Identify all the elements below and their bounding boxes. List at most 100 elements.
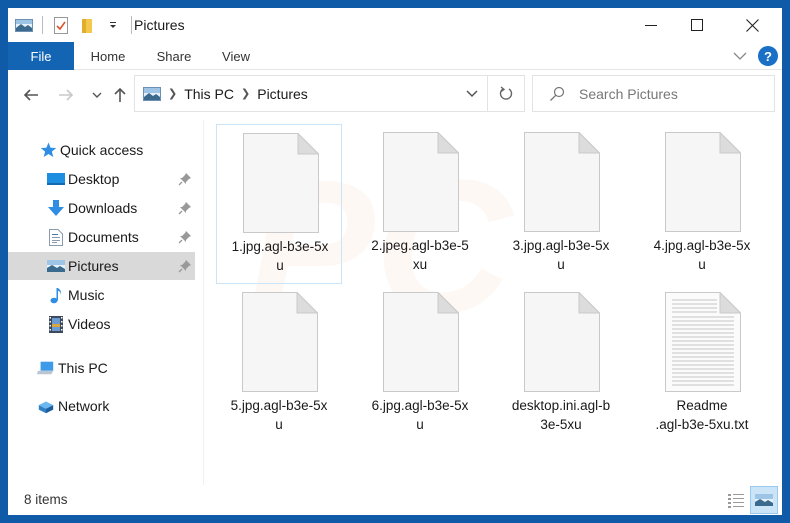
file-item[interactable]: 3.jpg.agl-b3e-5x u — [498, 124, 624, 284]
file-explorer-window: PC Pictures File Home Share View ? ❯ Thi… — [8, 8, 782, 515]
file-item[interactable]: desktop.ini.agl-b 3e-5xu — [498, 284, 624, 444]
pictures-icon[interactable] — [14, 16, 34, 34]
file-name: Readme .agl-b3e-5xu.txt — [655, 398, 749, 432]
sidebar-item-music[interactable]: Music — [8, 281, 195, 309]
arrow-left-icon — [23, 89, 38, 101]
up-button[interactable] — [109, 84, 131, 106]
file-item[interactable]: 4.jpg.agl-b3e-5x u — [639, 124, 765, 284]
file-name: desktop.ini.agl-b 3e-5xu — [511, 398, 611, 432]
tab-share[interactable]: Share — [148, 42, 200, 70]
file-item[interactable]: Readme .agl-b3e-5xu.txt — [639, 284, 765, 444]
tab-view[interactable]: View — [214, 42, 258, 70]
large-icons-view-icon — [755, 494, 773, 506]
network-icon — [37, 397, 55, 415]
maximize-button[interactable] — [674, 8, 720, 42]
tab-file[interactable]: File — [8, 42, 74, 70]
videos-icon — [47, 315, 65, 333]
sidebar-item-network[interactable]: Network — [8, 392, 195, 420]
sidebar-item-label: Pictures — [68, 258, 119, 274]
desktop-icon — [47, 170, 65, 188]
arrow-right-icon — [59, 89, 74, 101]
back-button[interactable] — [20, 84, 42, 106]
file-item[interactable]: 2.jpeg.agl-b3e-5 xu — [357, 124, 483, 284]
this-pc-icon — [37, 359, 55, 377]
file-item[interactable]: 5.jpg.agl-b3e-5x u — [216, 284, 342, 444]
pin-icon[interactable] — [178, 259, 192, 273]
file-name: 5.jpg.agl-b3e-5x u — [230, 398, 328, 432]
expand-ribbon-button[interactable] — [732, 48, 750, 64]
blank-file-icon — [524, 292, 600, 392]
breadcrumb-pictures[interactable]: Pictures — [257, 86, 308, 102]
sidebar-item-label: Downloads — [68, 200, 138, 216]
chevron-down-icon — [466, 89, 478, 97]
arrow-up-icon — [114, 87, 126, 102]
maximize-icon — [691, 19, 703, 31]
search-box[interactable] — [532, 75, 775, 112]
sidebar-item-quick-access[interactable]: Quick access — [8, 136, 195, 164]
sidebar-item-downloads[interactable]: Downloads — [8, 194, 195, 222]
star-icon — [39, 141, 57, 159]
blank-file-icon — [665, 132, 741, 232]
sidebar-item-desktop[interactable]: Desktop — [8, 165, 195, 193]
breadcrumb-separator-icon: ❯ — [168, 88, 178, 100]
sidebar-item-label: Quick access — [60, 142, 144, 158]
address-history-dropdown[interactable] — [457, 76, 487, 111]
blank-file-icon — [242, 292, 318, 392]
sidebar-item-label: Videos — [68, 316, 111, 332]
music-icon — [47, 286, 65, 304]
file-list: 1.jpg.agl-b3e-5x u 2.jpeg.agl-b3e-5 xu 3… — [208, 120, 782, 485]
blank-file-icon — [383, 132, 459, 232]
recent-locations-button[interactable] — [86, 84, 108, 106]
sidebar-item-label: Desktop — [68, 171, 120, 187]
file-item[interactable]: 6.jpg.agl-b3e-5x u — [357, 284, 483, 444]
new-folder-icon[interactable] — [77, 16, 97, 34]
refresh-button[interactable] — [488, 75, 525, 112]
pin-icon[interactable] — [178, 172, 192, 186]
help-button[interactable]: ? — [758, 46, 778, 66]
sidebar-item-documents[interactable]: Documents — [8, 223, 195, 251]
pin-icon[interactable] — [178, 230, 192, 244]
refresh-icon — [499, 86, 513, 100]
forward-button[interactable] — [55, 84, 77, 106]
file-item[interactable]: 1.jpg.agl-b3e-5x u — [216, 124, 342, 284]
sidebar-item-pictures[interactable]: Pictures — [8, 252, 195, 280]
chevron-down-icon — [92, 92, 102, 98]
blank-file-icon — [524, 132, 600, 232]
title-bar: Pictures — [8, 8, 782, 42]
navigation-pane: Quick access Desktop Downloads Documents — [8, 120, 203, 485]
search-icon — [550, 86, 565, 101]
chevron-down-icon — [733, 52, 747, 60]
sidebar-item-this-pc[interactable]: This PC — [8, 354, 195, 382]
properties-icon[interactable] — [51, 16, 71, 34]
large-icons-view-button[interactable] — [750, 486, 778, 514]
address-bar[interactable]: ❯ This PC ❯ Pictures — [134, 75, 488, 112]
file-name: 1.jpg.agl-b3e-5x u — [231, 239, 329, 273]
customize-dropdown-icon[interactable] — [103, 16, 123, 34]
pane-divider[interactable] — [203, 120, 204, 485]
details-view-button[interactable] — [726, 490, 746, 510]
blank-file-icon — [383, 292, 459, 392]
sidebar-item-videos[interactable]: Videos — [8, 310, 195, 338]
status-bar: 8 items — [8, 485, 782, 515]
search-input[interactable] — [579, 85, 759, 102]
close-button[interactable] — [729, 8, 775, 42]
navigation-bar: ❯ This PC ❯ Pictures — [8, 70, 782, 120]
pictures-icon — [47, 257, 65, 275]
blank-file-icon — [243, 133, 319, 233]
tab-home[interactable]: Home — [82, 42, 134, 70]
file-name: 3.jpg.agl-b3e-5x u — [512, 238, 610, 272]
sidebar-item-label: This PC — [58, 360, 108, 376]
quick-access-toolbar — [14, 16, 140, 34]
toolbar-separator — [42, 16, 43, 34]
minimize-button[interactable] — [628, 8, 674, 42]
breadcrumb-this-pc[interactable]: This PC — [184, 86, 234, 102]
breadcrumb-separator-icon[interactable]: ❯ — [241, 87, 250, 100]
text-file-icon — [665, 292, 741, 392]
file-name: 2.jpeg.agl-b3e-5 xu — [371, 238, 469, 272]
window-title: Pictures — [134, 17, 185, 33]
toolbar-separator — [131, 16, 132, 34]
downloads-icon — [47, 199, 65, 217]
ribbon: File Home Share View ? — [8, 42, 782, 70]
pin-icon[interactable] — [178, 201, 192, 215]
details-view-icon — [728, 494, 744, 508]
